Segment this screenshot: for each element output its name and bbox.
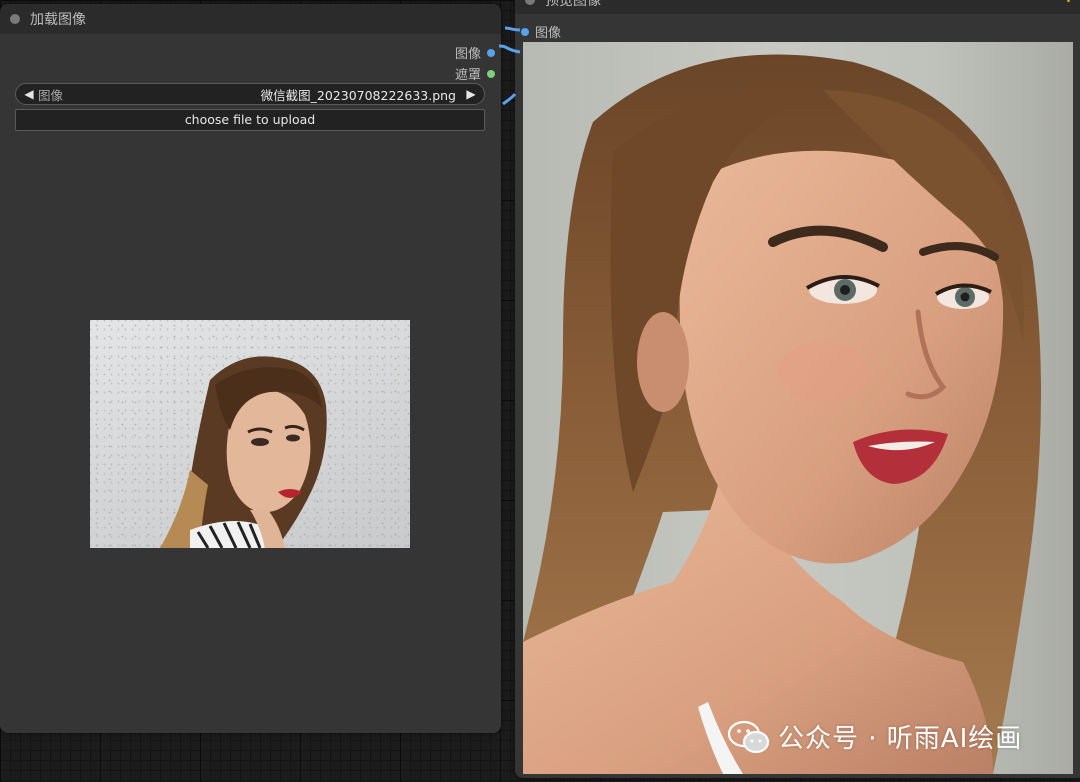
input-image-dot-icon[interactable]: [521, 27, 529, 36]
collapse-dot-icon[interactable]: [10, 14, 20, 24]
output-mask-dot-icon[interactable]: [487, 69, 495, 78]
watermark-text: 公众号 · 听雨AI绘画: [778, 724, 1023, 754]
image-combo-widget[interactable]: ◀ 图像 微信截图_20230708222633.png ▶: [15, 83, 485, 105]
link-partial[interactable]: [502, 93, 517, 106]
output-image-label: 图像: [454, 47, 481, 62]
collapse-dot-icon[interactable]: [525, 0, 535, 5]
input-image-label: 图像: [535, 26, 562, 41]
preview-image-title-text: 预览图像: [545, 0, 601, 9]
preview-image: [523, 42, 1073, 774]
output-mask-slot[interactable]: 遮罩: [455, 64, 495, 83]
input-image-slot[interactable]: 图像: [521, 22, 561, 41]
loaded-image-thumbnail: [90, 320, 410, 548]
woman-portrait-thumbnail-icon: [160, 356, 327, 548]
woman-portrait-preview-icon: [523, 54, 1041, 774]
load-image-title-text: 加载图像: [30, 12, 86, 28]
load-image-node[interactable]: 加载图像 图像 遮罩 ◀ 图像 微信截图_20230708222633.png …: [0, 4, 501, 733]
preview-image-node-title[interactable]: 预览图像: [515, 0, 1080, 14]
help-icon[interactable]: ?: [1065, 0, 1073, 6]
preview-image-node[interactable]: 预览图像 ? 图像: [515, 0, 1080, 778]
combo-next-arrow-icon[interactable]: ▶: [464, 87, 478, 101]
output-image-slot[interactable]: 图像: [455, 43, 495, 62]
output-image-dot-icon[interactable]: [487, 48, 495, 57]
combo-prev-arrow-icon[interactable]: ◀: [22, 87, 36, 101]
wechat-icon: [728, 720, 770, 753]
watermark: 公众号 · 听雨AI绘画: [728, 718, 1022, 755]
combo-label: 图像: [38, 87, 64, 103]
load-image-node-title[interactable]: 加载图像: [0, 4, 501, 34]
output-mask-label: 遮罩: [454, 68, 481, 83]
graph-canvas[interactable]: 加载图像 图像 遮罩 ◀ 图像 微信截图_20230708222633.png …: [0, 0, 1080, 782]
choose-file-upload-button[interactable]: choose file to upload: [15, 109, 485, 131]
combo-value[interactable]: 微信截图_20230708222633.png: [261, 85, 456, 104]
